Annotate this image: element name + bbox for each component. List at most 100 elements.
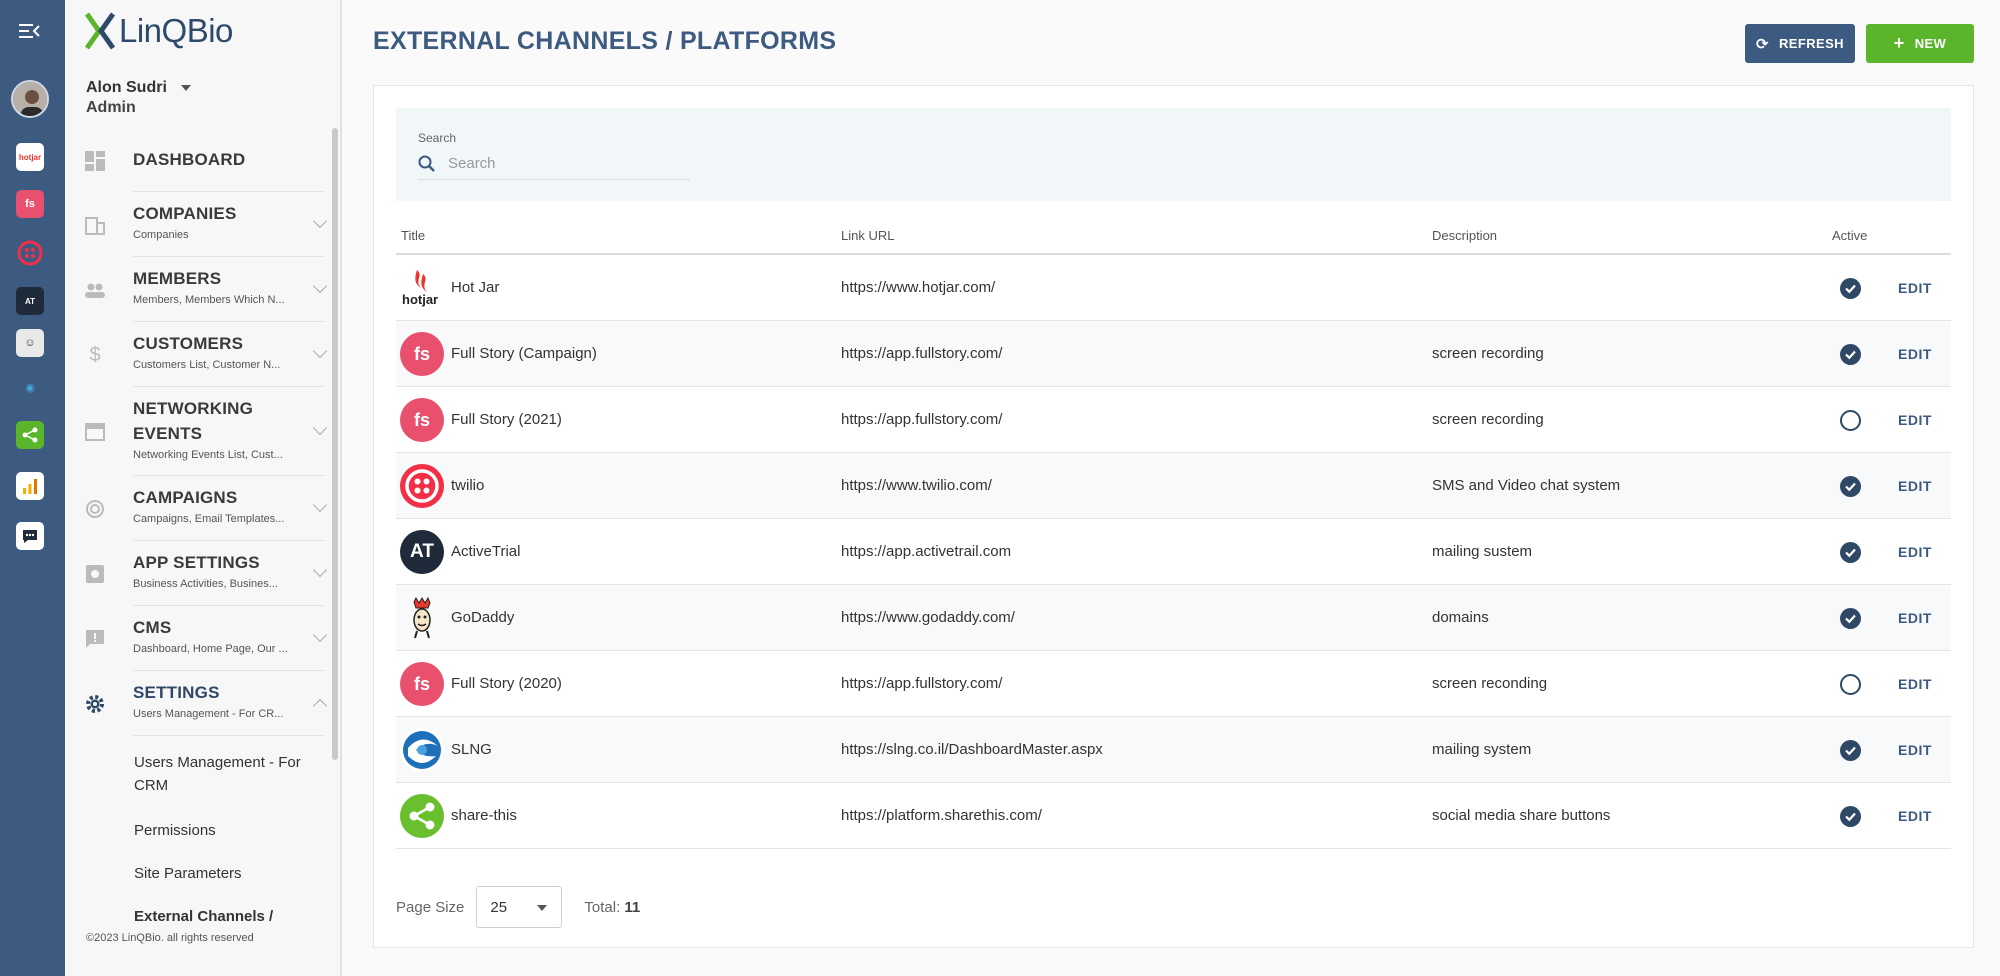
edit-button[interactable]: EDIT — [1898, 717, 1932, 782]
page-size-select[interactable]: 25 — [476, 886, 563, 928]
sharethis-app-icon[interactable] — [16, 421, 44, 449]
fullstory-app-icon[interactable]: fs — [16, 190, 44, 218]
row-description: social media share buttons — [1432, 807, 1611, 824]
subnav-external-channels[interactable]: External Channels / — [134, 905, 273, 928]
row-url: https://platform.sharethis.com/ — [841, 807, 1042, 824]
active-check-icon[interactable] — [1840, 806, 1861, 827]
brand-logo[interactable]: LinQBio — [85, 12, 233, 50]
edit-button[interactable]: EDIT — [1898, 321, 1932, 386]
table-row[interactable]: SLNG https://slng.co.il/DashboardMaster.… — [396, 717, 1951, 783]
row-title: GoDaddy — [451, 609, 515, 626]
activetrail-app-icon[interactable]: AT — [16, 287, 44, 315]
sidebar-item-networking-events[interactable]: NETWORKING EVENTS Networking Events List… — [85, 387, 328, 476]
table-row[interactable]: fs Full Story (Campaign) https://app.ful… — [396, 321, 1951, 387]
column-header-active[interactable]: Active — [1832, 228, 1867, 243]
row-description: domains — [1432, 609, 1489, 626]
inactive-circle-icon[interactable] — [1840, 674, 1861, 695]
dropdown-arrow-icon — [537, 905, 548, 911]
page-size-value: 25 — [490, 898, 508, 916]
sidebar-scrollbar[interactable] — [332, 128, 338, 760]
row-title: ActiveTrial — [451, 543, 521, 560]
total-count: Total: 11 — [584, 899, 640, 916]
analytics-app-icon[interactable] — [16, 472, 44, 500]
slng-app-icon[interactable]: ◉ — [16, 373, 44, 401]
edit-button[interactable]: EDIT — [1898, 585, 1932, 650]
sidebar-item-title: CUSTOMERS — [133, 334, 244, 353]
subnav-site-parameters[interactable]: Site Parameters — [134, 862, 242, 885]
twilio-app-icon[interactable] — [16, 239, 44, 267]
app-rail: hotjar fs AT ☺ ◉ — [0, 0, 65, 976]
sidebar-item-members[interactable]: MEMBERS Members, Members Which N... — [85, 257, 328, 322]
edit-button[interactable]: EDIT — [1898, 453, 1932, 518]
table-row[interactable]: fs Full Story (2020) https://app.fullsto… — [396, 651, 1951, 717]
row-url: https://slng.co.il/DashboardMaster.aspx — [841, 741, 1103, 758]
user-name: Alon Sudri — [86, 79, 167, 96]
active-check-icon[interactable] — [1840, 344, 1861, 365]
sidebar: LinQBio Alon Sudri Admin DASHBOARD COMPA… — [65, 0, 342, 976]
sidebar-item-cms[interactable]: CMS Dashboard, Home Page, Our ... — [86, 606, 328, 671]
active-check-icon[interactable] — [1840, 542, 1861, 563]
column-header-title[interactable]: Title — [401, 228, 425, 243]
sidebar-item-title: CAMPAIGNS — [133, 488, 238, 507]
new-button[interactable]: + NEW — [1866, 24, 1974, 63]
active-check-icon[interactable] — [1840, 476, 1861, 497]
edit-button[interactable]: EDIT — [1898, 783, 1932, 848]
sidebar-item-companies[interactable]: COMPANIES Companies — [85, 192, 328, 257]
user-avatar[interactable] — [11, 80, 49, 118]
sidebar-item-subtitle: Campaigns, Email Templates... — [133, 513, 285, 525]
user-menu[interactable]: Alon Sudri Admin — [86, 79, 191, 117]
sidebar-item-title: DASHBOARD — [133, 150, 246, 169]
sidebar-item-app-settings[interactable]: APP SETTINGS Business Activities, Busine… — [86, 541, 328, 606]
refresh-button[interactable]: ⟳ REFRESH — [1745, 24, 1855, 63]
row-url: https://www.twilio.com/ — [841, 477, 992, 494]
edit-button[interactable]: EDIT — [1898, 519, 1932, 584]
hotjar-logo-icon: hotjar — [400, 266, 444, 310]
search-panel: Search — [396, 108, 1951, 201]
active-check-icon[interactable] — [1840, 740, 1861, 761]
sidebar-item-settings[interactable]: SETTINGS Users Management - For CR... — [86, 671, 328, 736]
inactive-circle-icon[interactable] — [1840, 410, 1861, 431]
search-input[interactable] — [448, 155, 668, 172]
edit-button[interactable]: EDIT — [1898, 255, 1932, 320]
row-title: SLNG — [451, 741, 492, 758]
fullstory-logo-icon: fs — [400, 332, 444, 376]
active-check-icon[interactable] — [1840, 608, 1861, 629]
sidebar-item-subtitle: Dashboard, Home Page, Our ... — [133, 643, 288, 655]
sidebar-item-subtitle: Users Management - For CR... — [133, 708, 284, 720]
row-description: SMS and Video chat system — [1432, 477, 1621, 494]
table-row[interactable]: fs Full Story (2021) https://app.fullsto… — [396, 387, 1951, 453]
app-root: hotjar fs AT ☺ ◉ LinQBio Alon Sudri Admi… — [0, 0, 2000, 976]
sidebar-item-campaigns[interactable]: CAMPAIGNS Campaigns, Email Templates... — [86, 476, 328, 541]
dollar-icon: $ — [89, 343, 101, 366]
table-row[interactable]: AT ActiveTrial https://app.activetrail.c… — [396, 519, 1951, 585]
edit-button[interactable]: EDIT — [1898, 387, 1932, 452]
subnav-users-management[interactable]: Users Management - For CRM — [134, 751, 314, 797]
column-header-link-url[interactable]: Link URL — [841, 228, 894, 243]
sidebar-item-title: COMPANIES — [133, 204, 237, 223]
search-field[interactable] — [418, 148, 690, 180]
search-icon — [418, 155, 435, 172]
subnav-permissions[interactable]: Permissions — [134, 819, 216, 842]
table-row[interactable]: GoDaddy https://www.godaddy.com/ domains… — [396, 585, 1951, 651]
godaddy-app-icon[interactable]: ☺ — [16, 329, 44, 357]
active-check-icon[interactable] — [1840, 278, 1861, 299]
chat-app-icon[interactable] — [16, 522, 44, 550]
row-title: Full Story (2020) — [451, 675, 562, 692]
table-row[interactable]: share-this https://platform.sharethis.co… — [396, 783, 1951, 849]
row-description: screen recording — [1432, 411, 1544, 428]
column-header-description[interactable]: Description — [1432, 228, 1497, 243]
row-description: mailing system — [1432, 741, 1532, 758]
total-label: Total: — [584, 898, 621, 916]
hotjar-app-icon[interactable]: hotjar — [16, 143, 44, 171]
menu-toggle-icon[interactable] — [13, 14, 47, 48]
row-description: screen recording — [1432, 345, 1544, 362]
sidebar-item-subtitle: Members, Members Which N... — [133, 294, 285, 306]
table-row[interactable]: hotjar Hot Jar https://www.hotjar.com/ E… — [396, 255, 1951, 321]
caret-down-icon[interactable] — [180, 84, 191, 91]
table-row[interactable]: twilio https://www.twilio.com/ SMS and V… — [396, 453, 1951, 519]
total-value: 11 — [624, 898, 641, 916]
edit-button[interactable]: EDIT — [1898, 651, 1932, 716]
sidebar-item-customers[interactable]: $ CUSTOMERS Customers List, Customer N..… — [89, 322, 328, 387]
sidebar-item-dashboard[interactable]: DASHBOARD — [85, 130, 325, 192]
chevron-down-icon[interactable] — [312, 420, 328, 436]
